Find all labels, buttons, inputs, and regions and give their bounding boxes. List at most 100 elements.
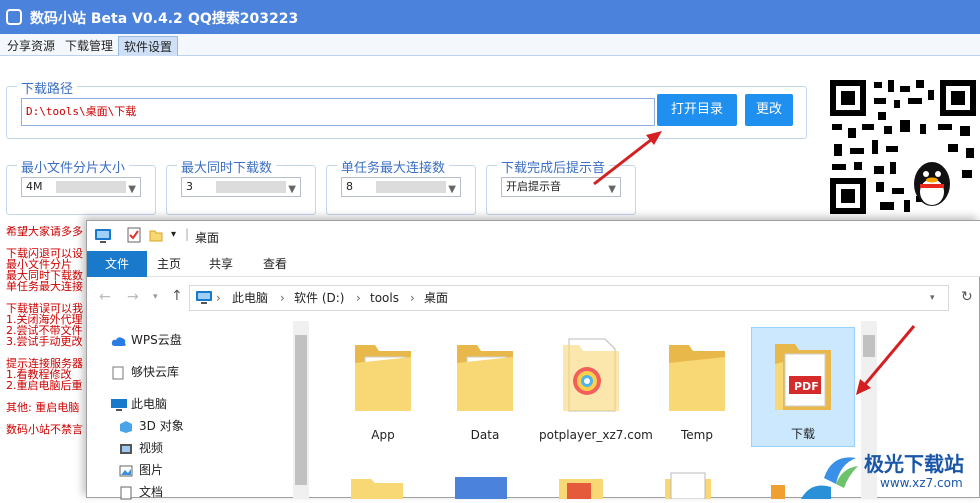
watermark: 极光下载站 www.xz7.com	[818, 444, 980, 498]
tab-download-manager[interactable]: 下载管理	[60, 36, 118, 56]
nav-item-pictures[interactable]: 图片	[119, 459, 163, 481]
file-item-potplayer[interactable]: potplayer_xz7.com	[539, 329, 653, 449]
tab-share-resources[interactable]: 分享资源	[2, 36, 60, 56]
max-concurrent-label: 最大同时下载数	[177, 157, 277, 176]
open-folder-button[interactable]: 打开目录	[657, 94, 737, 126]
file-item-temp[interactable]: Temp	[645, 329, 749, 449]
explorer-title: 桌面	[195, 231, 220, 245]
file-item-data[interactable]: Data	[433, 329, 537, 449]
nav-item-videos[interactable]: 视频	[119, 437, 163, 459]
breadcrumb-this-pc[interactable]: 此电脑	[232, 286, 268, 310]
new-folder-icon[interactable]	[149, 228, 163, 242]
up-arrow-icon[interactable]: ↑	[171, 288, 183, 304]
document-icon	[112, 366, 124, 379]
notice-log: 希望大家请多多 下载闪退可以设 最小文件分片 最大同时下载数 单任务最大连接 下载错误…	[6, 226, 86, 498]
title-bar: 数码小站 Beta V0.4.2 QQ搜索2032239	[0, 0, 980, 34]
chevron-down-icon: ▼	[608, 184, 616, 195]
ribbon-tab-view[interactable]: 查看	[263, 251, 287, 277]
computer-icon	[111, 398, 127, 411]
file-name: Temp	[681, 428, 713, 442]
folder-icon	[457, 345, 513, 411]
download-path-label: 下载路径	[17, 78, 78, 97]
min-chunk-size-label: 最小文件分片大小	[17, 157, 130, 176]
breadcrumb-drive-d[interactable]: 软件 (D:)	[294, 286, 344, 310]
file-item-app[interactable]: App	[331, 329, 435, 449]
breadcrumb-desktop[interactable]: 桌面	[424, 286, 448, 310]
complete-sound-select[interactable]: 开启提示音 ▼	[501, 177, 621, 197]
breadcrumb-sep-icon: ›	[356, 291, 361, 305]
title-separator: |	[185, 227, 190, 241]
log-line: 数码小站不禁言	[6, 423, 83, 436]
picture-icon	[119, 465, 133, 476]
breadcrumb-sep-icon: ›	[410, 291, 415, 305]
chevron-down-icon: ▼	[128, 184, 136, 195]
properties-icon[interactable]	[127, 227, 141, 243]
cube-icon	[120, 420, 132, 433]
ribbon-tab-home[interactable]: 主页	[157, 251, 181, 277]
explorer-ribbon: 文件 主页 共享 查看	[87, 251, 980, 277]
nav-item-documents[interactable]: 文档	[119, 481, 163, 503]
folder-icon	[355, 345, 411, 411]
nav-label: 图片	[139, 463, 164, 477]
nav-item-this-pc[interactable]: 此电脑	[111, 393, 167, 415]
watermark-url: www.xz7.com	[880, 476, 963, 490]
navigation-pane: WPS云盘 够快云库 此电脑 3D 对象 视频 图片 文档	[87, 319, 309, 499]
aurora-logo-icon	[822, 452, 858, 488]
nav-label: 文档	[139, 485, 164, 499]
max-connections-value: 8	[346, 180, 353, 193]
potplayer-file-icon	[563, 338, 619, 412]
nav-label: 此电脑	[131, 397, 168, 411]
chevron-down-icon: ▼	[288, 184, 296, 195]
nav-label: WPS云盘	[131, 333, 182, 347]
ribbon-tab-share[interactable]: 共享	[209, 251, 233, 277]
file-name: 下载	[790, 427, 815, 441]
cloud-icon	[111, 336, 126, 346]
log-line: 希望大家请多多	[6, 226, 83, 238]
max-concurrent-select[interactable]: 3 ▼	[181, 177, 301, 197]
log-line: 3.尝试手动更改	[6, 335, 83, 348]
min-chunk-size-group: 最小文件分片大小 4M ▼	[6, 157, 156, 215]
address-bar[interactable]: › 此电脑 › 软件 (D:) › tools › 桌面 ▾	[189, 285, 949, 311]
computer-icon	[95, 229, 111, 243]
breadcrumb-sep-icon: ›	[216, 291, 221, 305]
file-name: potplayer_xz7.com	[539, 428, 653, 442]
download-path-input[interactable]: D:\tools\桌面\下载	[21, 98, 655, 126]
complete-sound-group: 下载完成后提示音 开启提示音 ▼	[486, 157, 636, 215]
nav-item-gokuai[interactable]: 够快云库	[111, 361, 179, 383]
pdf-folder-icon	[775, 344, 831, 410]
recent-dropdown-icon[interactable]: ▾	[153, 292, 158, 302]
nav-item-wps-cloud[interactable]: WPS云盘	[111, 329, 182, 351]
ribbon-tab-file[interactable]: 文件	[87, 251, 147, 277]
app-icon	[6, 9, 22, 25]
nav-label: 够快云库	[131, 365, 180, 379]
computer-icon	[196, 291, 212, 304]
max-connections-select[interactable]: 8 ▼	[341, 177, 461, 197]
max-connections-label: 单任务最大连接数	[337, 157, 450, 176]
breadcrumb-tools[interactable]: tools	[370, 286, 399, 310]
refresh-icon[interactable]: ↻	[961, 289, 973, 305]
log-line: 单任务最大连接	[6, 280, 83, 293]
quick-access-dropdown-icon[interactable]: ▾	[171, 229, 176, 240]
forward-arrow-icon[interactable]: →	[127, 289, 139, 305]
explorer-title-bar: ▾ | 桌面	[87, 221, 980, 251]
pdf-badge-icon: PDF	[794, 380, 819, 393]
back-arrow-icon[interactable]: ←	[99, 289, 111, 305]
max-connections-group: 单任务最大连接数 8 ▼	[326, 157, 476, 215]
nav-item-3d-objects[interactable]: 3D 对象	[119, 415, 184, 437]
file-name: Data	[470, 428, 500, 442]
change-path-button[interactable]: 更改	[745, 94, 793, 126]
qq-qr-code	[828, 78, 978, 216]
tab-software-settings[interactable]: 软件设置	[118, 36, 179, 56]
complete-sound-label: 下载完成后提示音	[497, 157, 610, 176]
document-icon	[120, 486, 132, 499]
tab-bar: 分享资源 下载管理 软件设置	[0, 34, 980, 56]
nav-scrollbar[interactable]	[293, 321, 309, 499]
file-item-download[interactable]: PDF 下载	[751, 327, 855, 447]
nav-label: 视频	[139, 441, 164, 455]
address-dropdown-icon[interactable]: ▾	[930, 286, 935, 310]
app-title: 数码小站 Beta V0.4.2	[30, 11, 183, 27]
max-concurrent-value: 3	[186, 180, 193, 193]
min-chunk-size-select[interactable]: 4M ▼	[21, 177, 141, 197]
log-line: 2.重启电脑后重	[6, 379, 83, 392]
min-chunk-size-value: 4M	[26, 180, 43, 193]
